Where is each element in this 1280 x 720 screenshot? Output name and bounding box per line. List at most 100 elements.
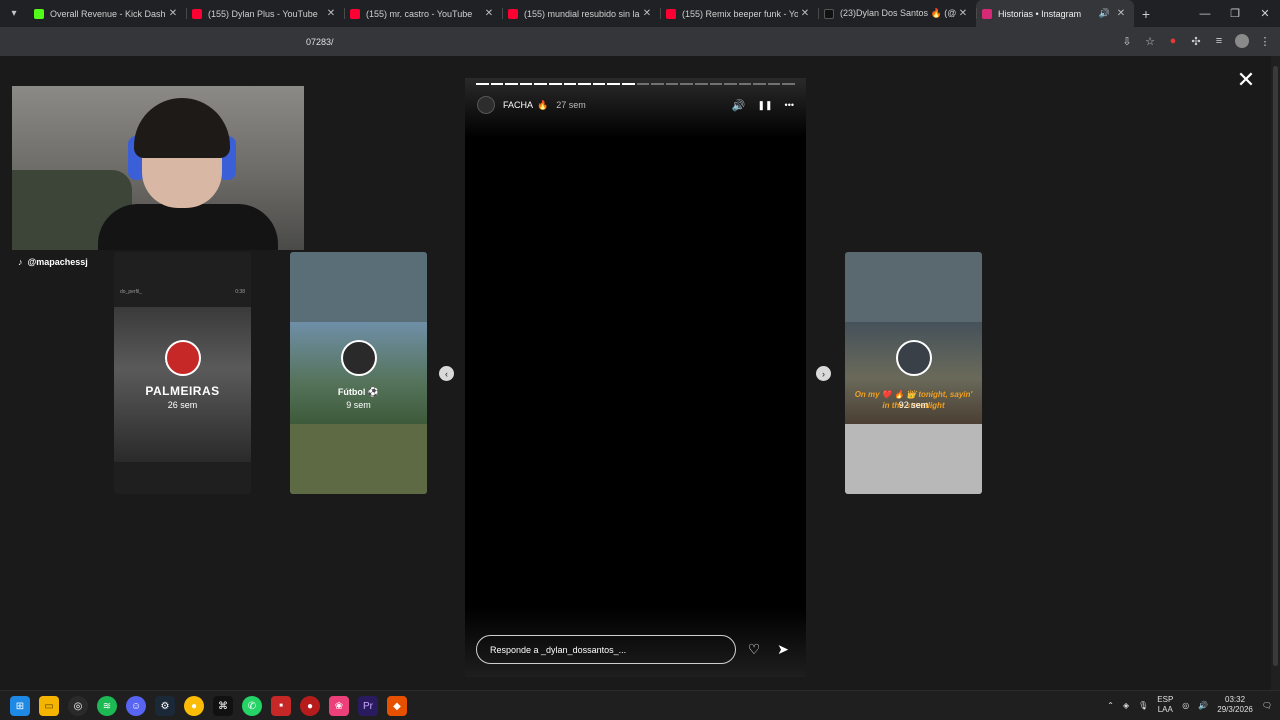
story-progress-bar [476, 83, 796, 85]
progress-segment [548, 83, 562, 85]
windows-start-icon[interactable]: ⊞ [10, 696, 30, 716]
streamer-webcam-overlay [12, 86, 304, 250]
preview-avatar [164, 340, 201, 376]
bookmark-star-icon[interactable]: ☆ [1143, 33, 1157, 49]
kick-favicon-icon [34, 8, 44, 19]
premiere-pro-icon[interactable]: Pr [358, 696, 378, 716]
language-indicator[interactable]: ESP LAA [1157, 695, 1173, 715]
shield-app-icon[interactable]: ◆ [387, 696, 407, 716]
tiktok-icon: ♪ [18, 257, 23, 267]
share-send-icon[interactable]: ➤ [775, 640, 791, 658]
streamlabs-icon[interactable]: ■ [271, 696, 291, 716]
story-controls: 🔊 ❚❚ ••• [732, 99, 794, 112]
minimize-icon[interactable]: — [1190, 8, 1220, 20]
tab-close-icon[interactable]: ✕ [1114, 8, 1128, 19]
chevron-up-icon[interactable]: ⌃ [1107, 701, 1114, 710]
progress-segment [753, 83, 766, 85]
speaker-icon[interactable]: 🔊 [1099, 8, 1110, 19]
kebab-menu-icon[interactable]: ⋮ [1258, 33, 1272, 49]
discord-icon[interactable]: ☺ [126, 696, 146, 716]
fire-emoji: 🔥 [537, 99, 549, 110]
progress-segment [724, 83, 737, 85]
tab-instagram-stories[interactable]: Historias • Instagram 🔊 ✕ [976, 0, 1134, 27]
close-viewer-icon[interactable]: ✕ [1236, 69, 1256, 91]
tab-youtube-mundial[interactable]: (155) mundial resubido sin lag ✕ [502, 0, 660, 27]
whatsapp-icon[interactable]: ✆ [242, 696, 262, 716]
progress-segment [592, 83, 606, 85]
progress-segment [636, 83, 650, 85]
browser-tab-bar: ▾ Overall Revenue - Kick Dashboard ✕ (15… [0, 0, 1280, 27]
capcut-icon[interactable]: ⌘ [213, 696, 233, 716]
youtube-favicon-icon [666, 8, 676, 19]
preview-time: 92 sem [898, 400, 929, 410]
story-preview-next[interactable]: On my ❤️ 🔥 👑 tonight, sayin' in the stre… [845, 252, 982, 494]
spotify-icon[interactable]: ≋ [97, 696, 117, 716]
volume-tray-icon[interactable]: 🔊 [1198, 701, 1208, 710]
preview-time: 26 sem [167, 400, 198, 410]
tab-close-icon[interactable]: ✕ [798, 8, 812, 19]
system-tray: ⌃ ◈ 🎙 ESP LAA ◎ 🔊 03:32 29/3/2026 🗨 [1107, 695, 1272, 715]
story-username[interactable]: FACHA [503, 100, 533, 110]
more-options-icon[interactable]: ••• [785, 100, 794, 110]
chrome-icon[interactable]: ● [184, 696, 204, 716]
file-explorer-icon[interactable]: ▭ [39, 696, 59, 716]
clock[interactable]: 03:32 29/3/2026 [1217, 695, 1253, 715]
install-app-icon[interactable]: ⇩ [1120, 33, 1134, 49]
mic-icon[interactable]: 🎙 [1138, 701, 1148, 710]
tab-youtube-remix[interactable]: (155) Remix beeper funk - YouTube ✕ [660, 0, 818, 27]
url-text[interactable]: 07283/ [306, 37, 334, 47]
story-preview-futbol[interactable]: Fútbol ⚽ 9 sem [290, 252, 427, 494]
story-preview-palmeiras[interactable]: do_perfil_ 0:38 PALMEIRAS 26 sem [114, 252, 251, 494]
pause-icon[interactable]: ❚❚ [757, 100, 772, 111]
address-bar: 07283/ ⇩ ☆ ● ✣ ≡ ⋮ [0, 27, 1280, 56]
restore-icon[interactable]: ❐ [1220, 7, 1250, 20]
extensions-puzzle-icon[interactable]: ✣ [1189, 33, 1203, 49]
clock-time: 03:32 [1225, 695, 1246, 704]
media-control-icon[interactable]: ≡ [1212, 33, 1226, 49]
previous-story-button[interactable]: ‹ [439, 366, 454, 381]
youtube-favicon-icon [192, 8, 202, 19]
tab-title: Overall Revenue - Kick Dashboard [50, 8, 166, 19]
tab-search-icon[interactable]: ▾ [0, 0, 28, 27]
tab-youtube-dylan-plus[interactable]: (155) Dylan Plus - YouTube ✕ [186, 0, 344, 27]
tab-close-icon[interactable]: ✕ [482, 8, 496, 19]
tab-close-icon[interactable]: ✕ [640, 8, 654, 19]
preview-duration: 0:38 [235, 289, 245, 295]
volume-icon[interactable]: 🔊 [732, 99, 746, 112]
window-controls: — ❐ ✕ [1190, 0, 1280, 27]
progress-segment [563, 83, 577, 85]
new-tab-icon[interactable]: + [1134, 6, 1158, 22]
like-heart-icon[interactable]: ♡ [746, 640, 762, 658]
recording-extension-icon[interactable]: ● [1166, 33, 1180, 49]
tab-youtube-mr-castro[interactable]: (155) mr. castro - YouTube ✕ [344, 0, 502, 27]
tab-close-icon[interactable]: ✕ [324, 8, 338, 19]
progress-segment [767, 83, 781, 85]
red-app-icon[interactable]: ● [300, 696, 320, 716]
tab-close-icon[interactable]: ✕ [956, 8, 970, 19]
tab-kick-dashboard[interactable]: Overall Revenue - Kick Dashboard ✕ [28, 0, 186, 27]
youtube-favicon-icon [350, 8, 360, 19]
preview-time: 9 sem [346, 400, 371, 410]
story-author-avatar[interactable] [477, 96, 495, 114]
defender-icon[interactable]: ◈ [1123, 701, 1129, 710]
progress-segment [694, 83, 708, 85]
steam-icon[interactable]: ⚙ [155, 696, 175, 716]
window-close-icon[interactable]: ✕ [1250, 7, 1280, 20]
tab-close-icon[interactable]: ✕ [166, 8, 180, 19]
reply-input[interactable]: Responde a _dylan_dossantos_... [476, 635, 736, 664]
preview-name: Fútbol ⚽ [337, 387, 380, 397]
obs-icon[interactable]: ◎ [68, 696, 88, 716]
tab-title: (23)Dylan Dos Santos 🔥 (@dylan [840, 8, 956, 18]
tab-tiktok-dylan[interactable]: (23)Dylan Dos Santos 🔥 (@dylan ✕ [818, 0, 976, 27]
story-viewer[interactable]: FACHA 🔥 27 sem 🔊 ❚❚ ••• Responde a _dyla… [465, 78, 806, 677]
progress-segment [505, 83, 518, 85]
next-story-button[interactable]: › [816, 366, 831, 381]
page-scrollbar[interactable] [1271, 56, 1280, 690]
network-icon[interactable]: ◎ [1182, 701, 1189, 710]
notifications-icon[interactable]: 🗨 [1262, 701, 1272, 710]
gallery-app-icon[interactable]: ❀ [329, 696, 349, 716]
progress-segment [738, 83, 752, 85]
taskbar-apps: ⊞ ▭ ◎ ≋ ☺ ⚙ ● ⌘ ✆ ■ ● ❀ Pr ◆ [10, 696, 407, 716]
preview-source: do_perfil_ [120, 289, 142, 295]
profile-avatar-icon[interactable] [1235, 34, 1249, 48]
